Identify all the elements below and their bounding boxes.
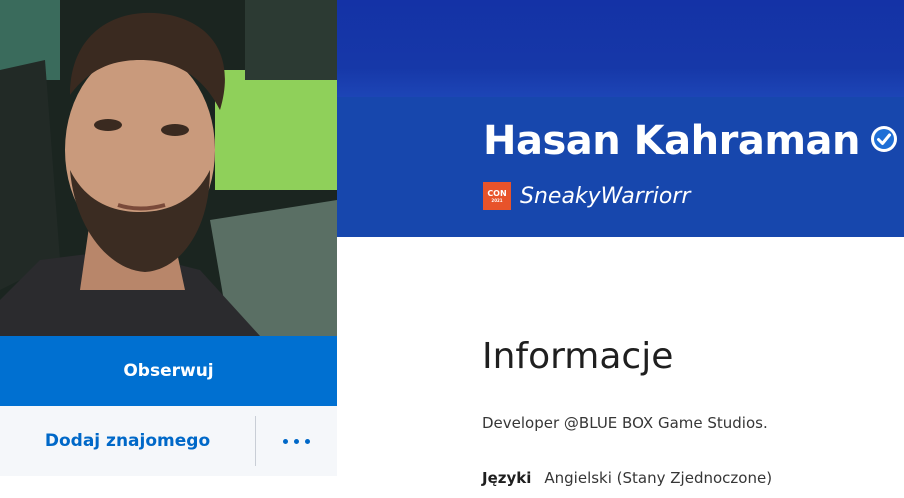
follow-button[interactable]: Obserwuj bbox=[0, 336, 337, 406]
languages-label: Języki bbox=[482, 469, 532, 487]
languages-value: Angielski (Stany Zjednoczone) bbox=[544, 469, 773, 487]
name-row: Hasan Kahraman bbox=[483, 118, 904, 164]
header-banner bbox=[337, 0, 904, 97]
more-dots-icon bbox=[280, 438, 313, 444]
add-friend-button[interactable]: Dodaj znajomego bbox=[0, 406, 255, 476]
online-id: SneakyWarriorr bbox=[520, 183, 691, 209]
languages-row: Języki Angielski (Stany Zjednoczone) bbox=[482, 469, 772, 487]
profile-photo bbox=[0, 0, 337, 336]
display-name: Hasan Kahraman bbox=[483, 118, 861, 164]
section-title: Informacje bbox=[482, 336, 674, 377]
friend-actions-row: Dodaj znajomego bbox=[0, 406, 337, 476]
avatar-badge: CON 2021 bbox=[483, 182, 511, 210]
online-id-row: CON 2021 SneakyWarriorr bbox=[483, 182, 690, 210]
verified-check-icon bbox=[870, 125, 898, 157]
more-options-button[interactable] bbox=[256, 406, 337, 476]
bio-text: Developer @BLUE BOX Game Studios. bbox=[482, 414, 768, 432]
